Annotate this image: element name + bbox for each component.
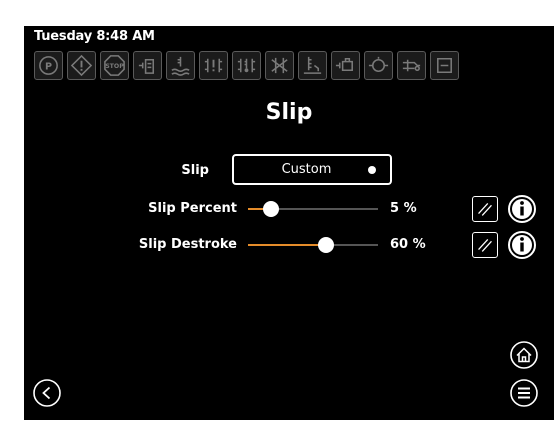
parking-brake-icon: P bbox=[34, 51, 63, 80]
clock: Tuesday 8:48 AM bbox=[34, 29, 155, 44]
transmission-fault-icon bbox=[199, 51, 228, 80]
warning-icon bbox=[67, 51, 96, 80]
stop-icon: STOP bbox=[100, 51, 129, 80]
slip-destroke-info-button[interactable] bbox=[507, 230, 537, 260]
slip-destroke-value: 60 % bbox=[390, 237, 426, 252]
transmission-filter-icon bbox=[265, 51, 294, 80]
edit-slash-icon bbox=[478, 203, 492, 216]
slip-percent-slider[interactable] bbox=[248, 201, 378, 217]
back-button[interactable] bbox=[32, 378, 62, 408]
slip-percent-value: 5 % bbox=[390, 201, 417, 216]
slider-knob[interactable] bbox=[318, 237, 334, 253]
menu-icon bbox=[510, 379, 538, 407]
oil-pressure-icon bbox=[331, 51, 360, 80]
svg-text:P: P bbox=[45, 61, 52, 72]
slip-mode-select[interactable]: Custom bbox=[232, 154, 392, 185]
fuel-icon bbox=[430, 51, 459, 80]
home-button[interactable] bbox=[509, 340, 539, 370]
edit-slash-icon bbox=[478, 239, 492, 252]
oil-level-icon bbox=[298, 51, 327, 80]
device-screen: Tuesday 8:48 AM P STOP Slip Slip Custom … bbox=[24, 26, 554, 420]
transmission-temperature-icon bbox=[232, 51, 261, 80]
slider-fill bbox=[248, 244, 326, 246]
selected-indicator-dot bbox=[368, 166, 376, 174]
slip-destroke-edit-button[interactable] bbox=[472, 232, 498, 258]
page-title: Slip bbox=[265, 100, 313, 125]
stop-icon-text: STOP bbox=[105, 63, 124, 70]
home-icon bbox=[510, 341, 538, 369]
tow-icon bbox=[397, 51, 426, 80]
slip-percent-label: Slip Percent bbox=[148, 201, 237, 216]
slip-label: Slip bbox=[181, 163, 209, 178]
slip-mode-value: Custom bbox=[281, 162, 332, 177]
indicator-bar: P STOP bbox=[34, 51, 459, 80]
slip-destroke-slider[interactable] bbox=[248, 237, 378, 253]
info-icon bbox=[508, 231, 536, 259]
slider-knob[interactable] bbox=[263, 201, 280, 217]
menu-button[interactable] bbox=[509, 378, 539, 408]
slip-percent-info-button[interactable] bbox=[507, 194, 537, 224]
hydraulic-pressure-icon bbox=[133, 51, 162, 80]
back-arrow-icon bbox=[33, 379, 61, 407]
slip-destroke-label: Slip Destroke bbox=[138, 237, 237, 252]
filter-icon bbox=[364, 51, 393, 80]
info-icon bbox=[508, 195, 536, 223]
coolant-temperature-icon bbox=[166, 51, 195, 80]
slip-percent-edit-button[interactable] bbox=[472, 196, 498, 222]
